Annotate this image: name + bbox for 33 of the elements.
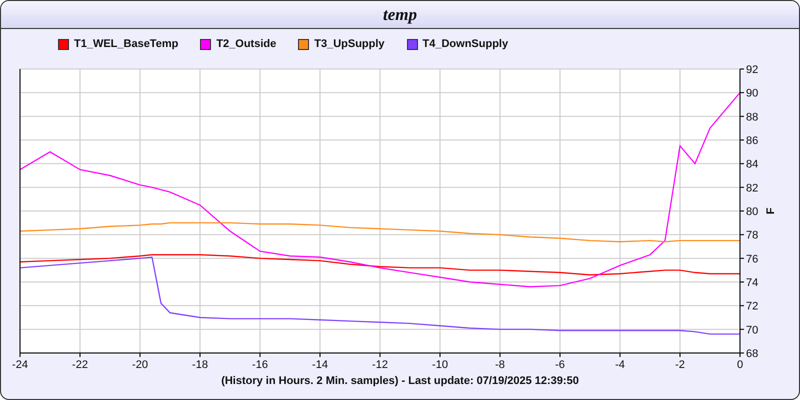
tick-label: 86	[746, 135, 758, 147]
legend-item: T4_DownSupply	[406, 38, 508, 50]
tick-label: -12	[372, 359, 388, 371]
tick-label: -14	[312, 359, 328, 371]
legend-item: T3_UpSupply	[298, 38, 385, 50]
tick-label: -10	[432, 359, 448, 371]
tick-label: 88	[746, 111, 758, 124]
tick-label: 74	[746, 277, 758, 289]
tick-label: 92	[746, 64, 758, 76]
tick-label: 84	[746, 158, 758, 171]
tick-label: -8	[495, 359, 505, 371]
chart-title: temp	[383, 4, 417, 24]
tick-label: -24	[12, 359, 28, 371]
tick-label: 90	[746, 88, 758, 100]
legend-item: T2_Outside	[200, 38, 276, 50]
tick-label: 68	[746, 348, 758, 360]
tick-label: 0	[736, 359, 744, 371]
tick-label: 82	[746, 182, 758, 194]
tick-label: 76	[746, 253, 758, 266]
tick-label: -20	[132, 359, 148, 371]
axis-label: (History in Hours. 2 Min. samples) - Last update: 07/19/2025 12:39:50	[220, 375, 580, 387]
tick-label: 80	[746, 206, 758, 218]
tick-label: -6	[555, 359, 565, 371]
legend-item: T1_WEL_BaseTemp	[58, 38, 178, 50]
tick-label: 70	[746, 324, 758, 336]
tick-label: 78	[746, 230, 758, 242]
tick-label: -18	[192, 359, 208, 371]
tick-label: -22	[72, 359, 88, 371]
tick-label: -4	[615, 359, 625, 371]
tick-label: -16	[252, 359, 268, 371]
tick-label: -2	[675, 359, 685, 371]
axis-label: F	[765, 208, 777, 214]
tick-label: 72	[746, 300, 758, 313]
